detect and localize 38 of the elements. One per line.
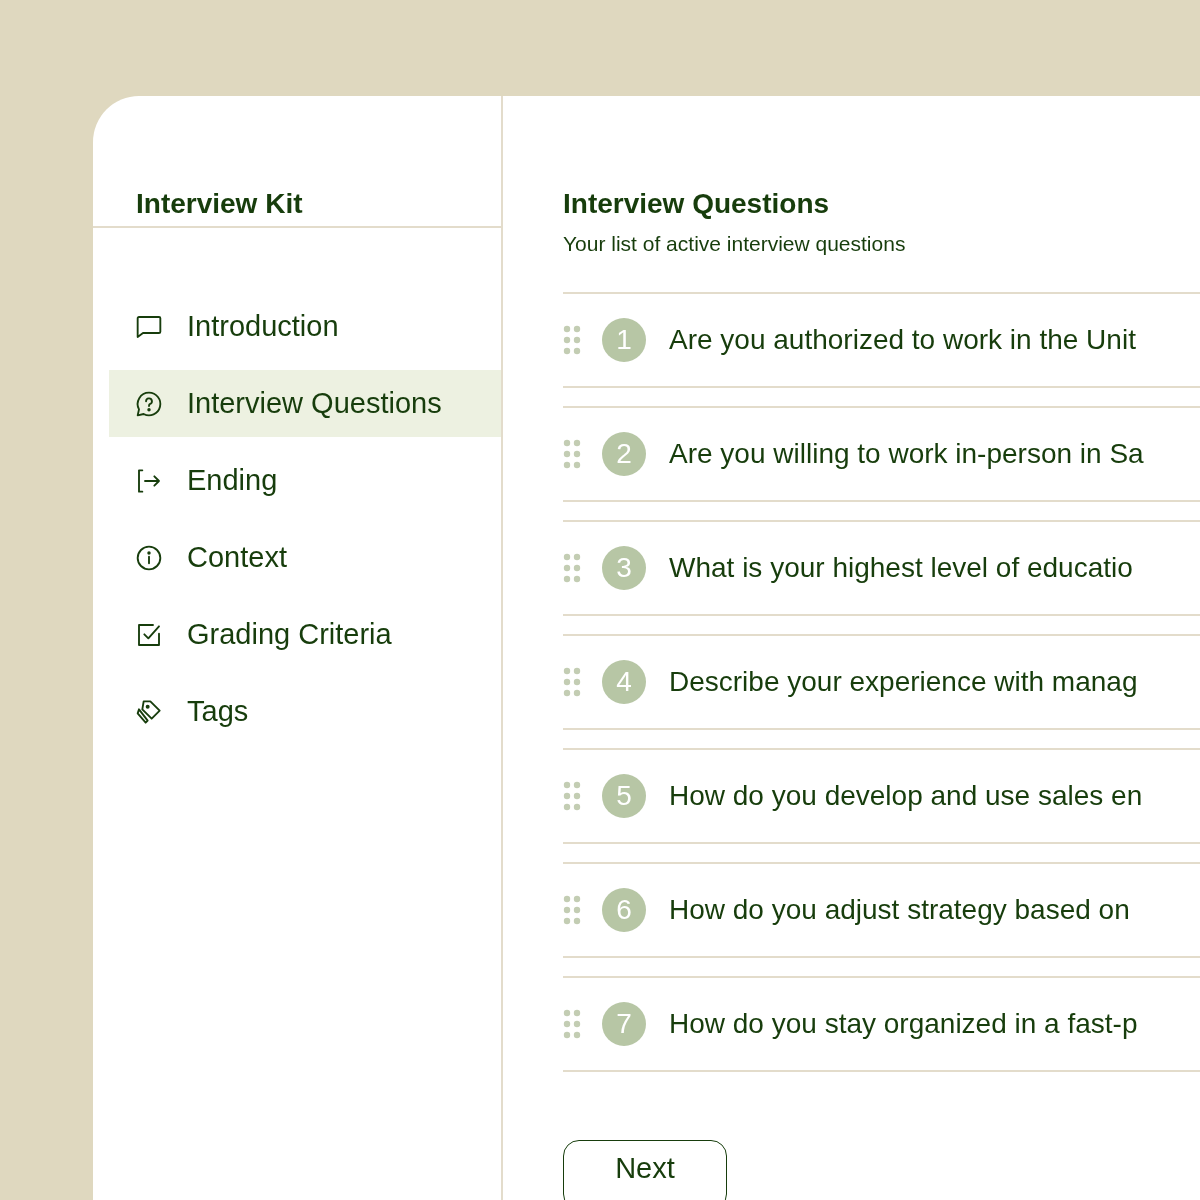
drag-handle-icon[interactable] <box>563 325 581 355</box>
drag-handle-icon[interactable] <box>563 439 581 469</box>
question-number: 1 <box>602 318 646 362</box>
sidebar-title: Interview Kit <box>136 188 304 220</box>
drag-handle-icon[interactable] <box>563 553 581 583</box>
question-number: 5 <box>602 774 646 818</box>
question-number: 6 <box>602 888 646 932</box>
nav-item[interactable]: Ending <box>109 447 501 514</box>
question-row[interactable]: 7 How do you stay organized in a fast-p <box>563 976 1200 1072</box>
nav-item[interactable]: Interview Questions <box>109 370 501 437</box>
drag-handle-icon[interactable] <box>563 1009 581 1039</box>
nav-item[interactable]: Introduction <box>109 293 501 360</box>
question-row[interactable]: 6 How do you adjust strategy based on <box>563 862 1200 958</box>
question-number: 7 <box>602 1002 646 1046</box>
nav-item[interactable]: Tags <box>109 678 501 745</box>
question-number: 2 <box>602 432 646 476</box>
question-text: How do you stay organized in a fast-p <box>669 1008 1138 1040</box>
question-text: How do you adjust strategy based on <box>669 894 1130 926</box>
next-button[interactable]: Next <box>563 1140 727 1200</box>
section-title: Interview Questions <box>563 188 831 220</box>
nav-item[interactable]: Context <box>109 524 501 591</box>
question-row[interactable]: 5 How do you develop and use sales en <box>563 748 1200 844</box>
question-row[interactable]: 3 What is your highest level of educatio <box>563 520 1200 616</box>
question-text: Describe your experience with manag <box>669 666 1138 698</box>
question-number: 4 <box>602 660 646 704</box>
question-text: Are you willing to work in-person in Sa <box>669 438 1144 470</box>
section-subtitle: Your list of active interview questions <box>563 232 907 256</box>
question-text: How do you develop and use sales en <box>669 780 1143 812</box>
drag-handle-icon[interactable] <box>563 667 581 697</box>
nav-item[interactable]: Grading Criteria <box>109 601 501 668</box>
drag-handle-icon[interactable] <box>563 781 581 811</box>
question-row[interactable]: 1 Are you authorized to work in the Unit <box>563 292 1200 388</box>
question-text: Are you authorized to work in the Unit <box>669 324 1136 356</box>
drag-handle-icon[interactable] <box>563 895 581 925</box>
question-text: What is your highest level of educatio <box>669 552 1133 584</box>
question-row[interactable]: 4 Describe your experience with manag <box>563 634 1200 730</box>
question-number: 3 <box>602 546 646 590</box>
question-row[interactable]: 2 Are you willing to work in-person in Sa <box>563 406 1200 502</box>
